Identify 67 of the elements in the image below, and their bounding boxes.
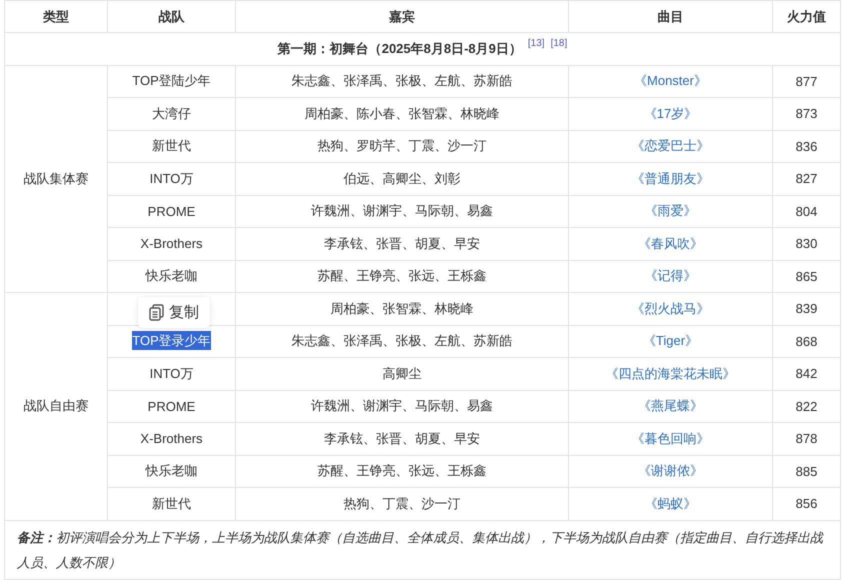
- table-cell: 高卿尘: [236, 358, 568, 390]
- table-cell-text: TOP登陆少年: [132, 72, 211, 90]
- table-cell: 许魏洲、谢渊宇、马际朝、易鑫: [236, 195, 568, 228]
- table-cell: 865: [772, 260, 840, 292]
- selected-text: TOP登录少年: [132, 331, 211, 350]
- column-header: 战队: [108, 0, 236, 32]
- table-cell: 804: [772, 195, 840, 228]
- table-cell: 朱志鑫、张泽禹、张极、左航、苏新皓: [236, 65, 568, 98]
- table-cell-text: 大湾仔: [152, 104, 191, 123]
- table-cell: 周柏豪、张智霖、林晓峰: [236, 292, 568, 325]
- column-header: 嘉宾: [236, 0, 568, 32]
- column-header: 火力值: [772, 0, 840, 32]
- table-cell: 830: [772, 228, 840, 260]
- table-cell: 伯远、高卿尘、刘彰: [236, 162, 568, 195]
- table-cell: 朱志鑫、张泽禹、张极、左航、苏新皓: [236, 325, 568, 358]
- table-cell: 878: [772, 422, 840, 455]
- table-cell-text: PROME: [148, 202, 196, 221]
- table-cell-text: 新世代: [152, 494, 191, 513]
- table-cell-text: PROME: [148, 398, 196, 416]
- column-header: 类型: [4, 0, 108, 32]
- table-cell: 873: [772, 98, 840, 130]
- reference-link[interactable]: [13]: [528, 38, 545, 49]
- reference-link[interactable]: [18]: [550, 38, 568, 49]
- table-cell: 842: [772, 358, 840, 390]
- table-cell: 战队集体赛: [4, 65, 108, 292]
- song-link[interactable]: 《谢谢侬》: [638, 463, 703, 478]
- note-text: 备注：初评演唱会分为上下半场，上半场为战队集体赛（自选曲目、全体成员、集体出战），下半场为战队自由赛（指定曲目、自行选择出战人员、人数不限）: [17, 528, 825, 572]
- song-link[interactable]: 《暮色回响》: [632, 430, 710, 446]
- table-cell-text: X-Brothers: [140, 430, 203, 448]
- song-link[interactable]: 《雨爱》: [644, 203, 696, 218]
- column-header: 曲目: [568, 0, 772, 32]
- stage-title: 第一期：初舞台（2025年8月8日-8月9日）: [278, 40, 522, 56]
- table-cell-text: 快乐老咖: [146, 462, 198, 480]
- copy-icon: [149, 304, 164, 321]
- table-cell: 苏醒、王铮亮、张远、王栎鑫: [236, 455, 568, 488]
- table-cell: 827: [772, 162, 840, 195]
- copy-menu[interactable]: 复制: [138, 296, 210, 328]
- song-link[interactable]: 《春风吹》: [638, 236, 703, 251]
- song-link[interactable]: 《普通朋友》: [632, 170, 710, 186]
- song-link[interactable]: 《烈火战马》: [632, 300, 710, 316]
- song-link[interactable]: 《蚂蚁》: [644, 496, 696, 511]
- table-cell: 热狗、丁震、沙一汀: [236, 488, 568, 520]
- table-cell: 李承铉、张晋、胡夏、早安: [236, 422, 568, 455]
- table-cell: 839: [772, 292, 840, 325]
- song-link[interactable]: 《恋爱巴士》: [632, 138, 710, 154]
- table-cell: 868: [772, 325, 840, 358]
- table-cell: 周柏豪、陈小春、张智霖、林晓峰: [236, 98, 568, 130]
- song-link[interactable]: 《燕尾蝶》: [638, 398, 703, 414]
- song-link[interactable]: 《17岁》: [644, 106, 698, 121]
- song-link[interactable]: 《记得》: [644, 268, 696, 284]
- table-cell: 战队自由赛: [4, 292, 108, 520]
- table-cell: 李承铉、张晋、胡夏、早安: [236, 228, 568, 260]
- table-cell: 836: [772, 130, 840, 162]
- song-link[interactable]: 《Tiger》: [642, 333, 698, 348]
- table-cell-text: INTO万: [150, 364, 194, 383]
- table-cell-text: X-Brothers: [140, 235, 203, 254]
- table-cell: 856: [772, 488, 840, 520]
- table-cell: 877: [772, 65, 840, 98]
- table-cell-text: 快乐老咖: [146, 267, 198, 286]
- song-link[interactable]: 《Monster》: [634, 73, 707, 88]
- table-cell: 885: [772, 455, 840, 488]
- table-cell-text: INTO万: [150, 170, 194, 188]
- table-cell-text: 新世代: [152, 137, 191, 156]
- table-cell: 许魏洲、谢渊宇、马际朝、易鑫: [236, 390, 568, 422]
- table-cell: 822: [772, 390, 840, 422]
- table-cell: 苏醒、王铮亮、张远、王栎鑫: [236, 260, 568, 292]
- table-cell: 热狗、罗昉芊、丁震、沙一汀: [236, 130, 568, 162]
